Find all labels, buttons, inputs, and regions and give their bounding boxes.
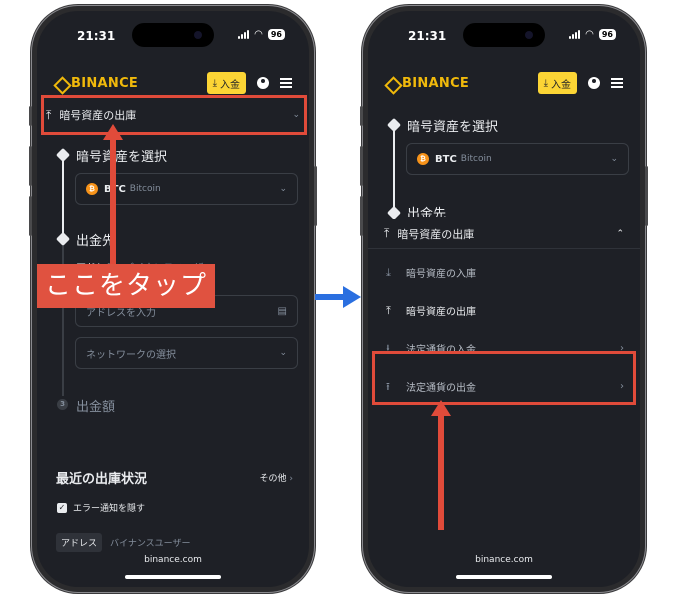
binance-logo-icon bbox=[385, 77, 398, 90]
step2-marker bbox=[55, 231, 71, 247]
tap-here-callout: ここをタップ bbox=[37, 264, 216, 308]
step1-marker bbox=[386, 117, 402, 133]
step1-title: 暗号資産を選択 bbox=[76, 150, 168, 165]
hide-errors-checkbox[interactable]: ✓ エラー通知を隠す bbox=[57, 501, 145, 514]
wifi-icon: ◠ bbox=[585, 29, 594, 40]
address-book-icon[interactable]: ▤ bbox=[278, 306, 287, 317]
download-icon: ⤓ bbox=[212, 77, 217, 89]
btc-icon: ₿ bbox=[417, 153, 429, 165]
annotation-arrow-head bbox=[103, 124, 123, 140]
status-time: 21:31 bbox=[77, 29, 116, 43]
step1-marker bbox=[55, 147, 71, 163]
step3-marker: 3 bbox=[57, 399, 68, 410]
account-icon[interactable] bbox=[257, 77, 269, 89]
checkbox-checked-icon: ✓ bbox=[57, 502, 67, 513]
menu-item-crypto-withdraw[interactable]: ⤒ 暗号資産の出庫 bbox=[368, 295, 640, 325]
chevron-up-icon: ⌃ bbox=[616, 228, 624, 239]
binance-logo-icon bbox=[54, 77, 67, 90]
wifi-icon: ◠ bbox=[254, 29, 263, 40]
annotation-arrow-shaft bbox=[438, 414, 444, 530]
step2-title: 出金先 bbox=[407, 207, 447, 217]
upload-icon: ⤒ bbox=[384, 226, 390, 240]
download-icon: ⤓ bbox=[543, 77, 548, 89]
signal-icon bbox=[569, 30, 581, 39]
step2-marker bbox=[386, 205, 402, 221]
recent-tab-user[interactable]: バイナンスユーザー bbox=[110, 536, 190, 549]
btc-icon: ₿ bbox=[86, 183, 98, 195]
status-icons: ◠ 96 bbox=[238, 29, 285, 40]
account-icon[interactable] bbox=[588, 77, 600, 89]
menu-icon[interactable] bbox=[280, 78, 292, 88]
url-bar[interactable]: binance.com bbox=[37, 555, 309, 565]
dynamic-island bbox=[463, 23, 545, 47]
coin-select[interactable]: ₿ BTC Bitcoin ⌄ bbox=[75, 173, 298, 205]
home-indicator bbox=[456, 575, 552, 579]
network-select[interactable]: ネットワークの選択 ⌄ bbox=[75, 337, 298, 369]
recent-more-link[interactable]: その他 › bbox=[260, 471, 294, 484]
step1-title: 暗号資産を選択 bbox=[407, 120, 499, 135]
menu-header[interactable]: ⤒ 暗号資産の出庫 ⌃ bbox=[368, 219, 640, 249]
menu-item-crypto-deposit[interactable]: ⤓ 暗号資産の入庫 bbox=[368, 257, 640, 287]
top-nav: BINANCE ⤓ 入金 bbox=[385, 71, 623, 95]
recent-tab-address[interactable]: アドレス bbox=[56, 533, 103, 552]
upload-icon: ⤒ bbox=[386, 303, 391, 317]
chevron-down-icon: ⌄ bbox=[279, 184, 287, 194]
chevron-down-icon: ⌄ bbox=[279, 348, 287, 358]
battery-icon: 96 bbox=[267, 29, 285, 40]
recent-withdrawals-title: 最近の出庫状況 bbox=[56, 472, 148, 487]
dynamic-island bbox=[132, 23, 214, 47]
menu-icon[interactable] bbox=[611, 78, 623, 88]
phone-right: 21:31 ◠ 96 BINANCE ⤓ 入金 暗号資産を選択 ₿ BTC Bi… bbox=[360, 6, 648, 592]
battery-icon: 96 bbox=[598, 29, 616, 40]
deposit-button[interactable]: ⤓ 入金 bbox=[206, 72, 246, 94]
url-bar[interactable]: binance.com bbox=[368, 555, 640, 565]
home-indicator bbox=[125, 575, 221, 579]
chevron-down-icon: ⌄ bbox=[610, 154, 618, 164]
highlight-box bbox=[372, 351, 636, 405]
binance-logo[interactable]: BINANCE bbox=[54, 76, 138, 91]
step3-title: 出金額 bbox=[76, 400, 116, 415]
transition-arrow-icon bbox=[315, 286, 361, 308]
highlight-box bbox=[41, 95, 307, 135]
signal-icon bbox=[238, 30, 250, 39]
chevron-right-icon: › bbox=[289, 474, 293, 484]
screen-right: 21:31 ◠ 96 BINANCE ⤓ 入金 暗号資産を選択 ₿ BTC Bi… bbox=[368, 11, 640, 587]
top-nav: BINANCE ⤓ 入金 bbox=[54, 71, 292, 95]
coin-select[interactable]: ₿ BTC Bitcoin ⌄ bbox=[406, 143, 629, 175]
annotation-arrow-head bbox=[431, 400, 451, 416]
annotation-arrow-shaft bbox=[110, 138, 116, 268]
deposit-button[interactable]: ⤓ 入金 bbox=[537, 72, 577, 94]
status-icons: ◠ 96 bbox=[569, 29, 616, 40]
binance-logo[interactable]: BINANCE bbox=[385, 76, 469, 91]
recent-tabs: アドレス バイナンスユーザー bbox=[56, 533, 190, 552]
download-icon: ⤓ bbox=[386, 265, 391, 279]
status-time: 21:31 bbox=[408, 29, 447, 43]
